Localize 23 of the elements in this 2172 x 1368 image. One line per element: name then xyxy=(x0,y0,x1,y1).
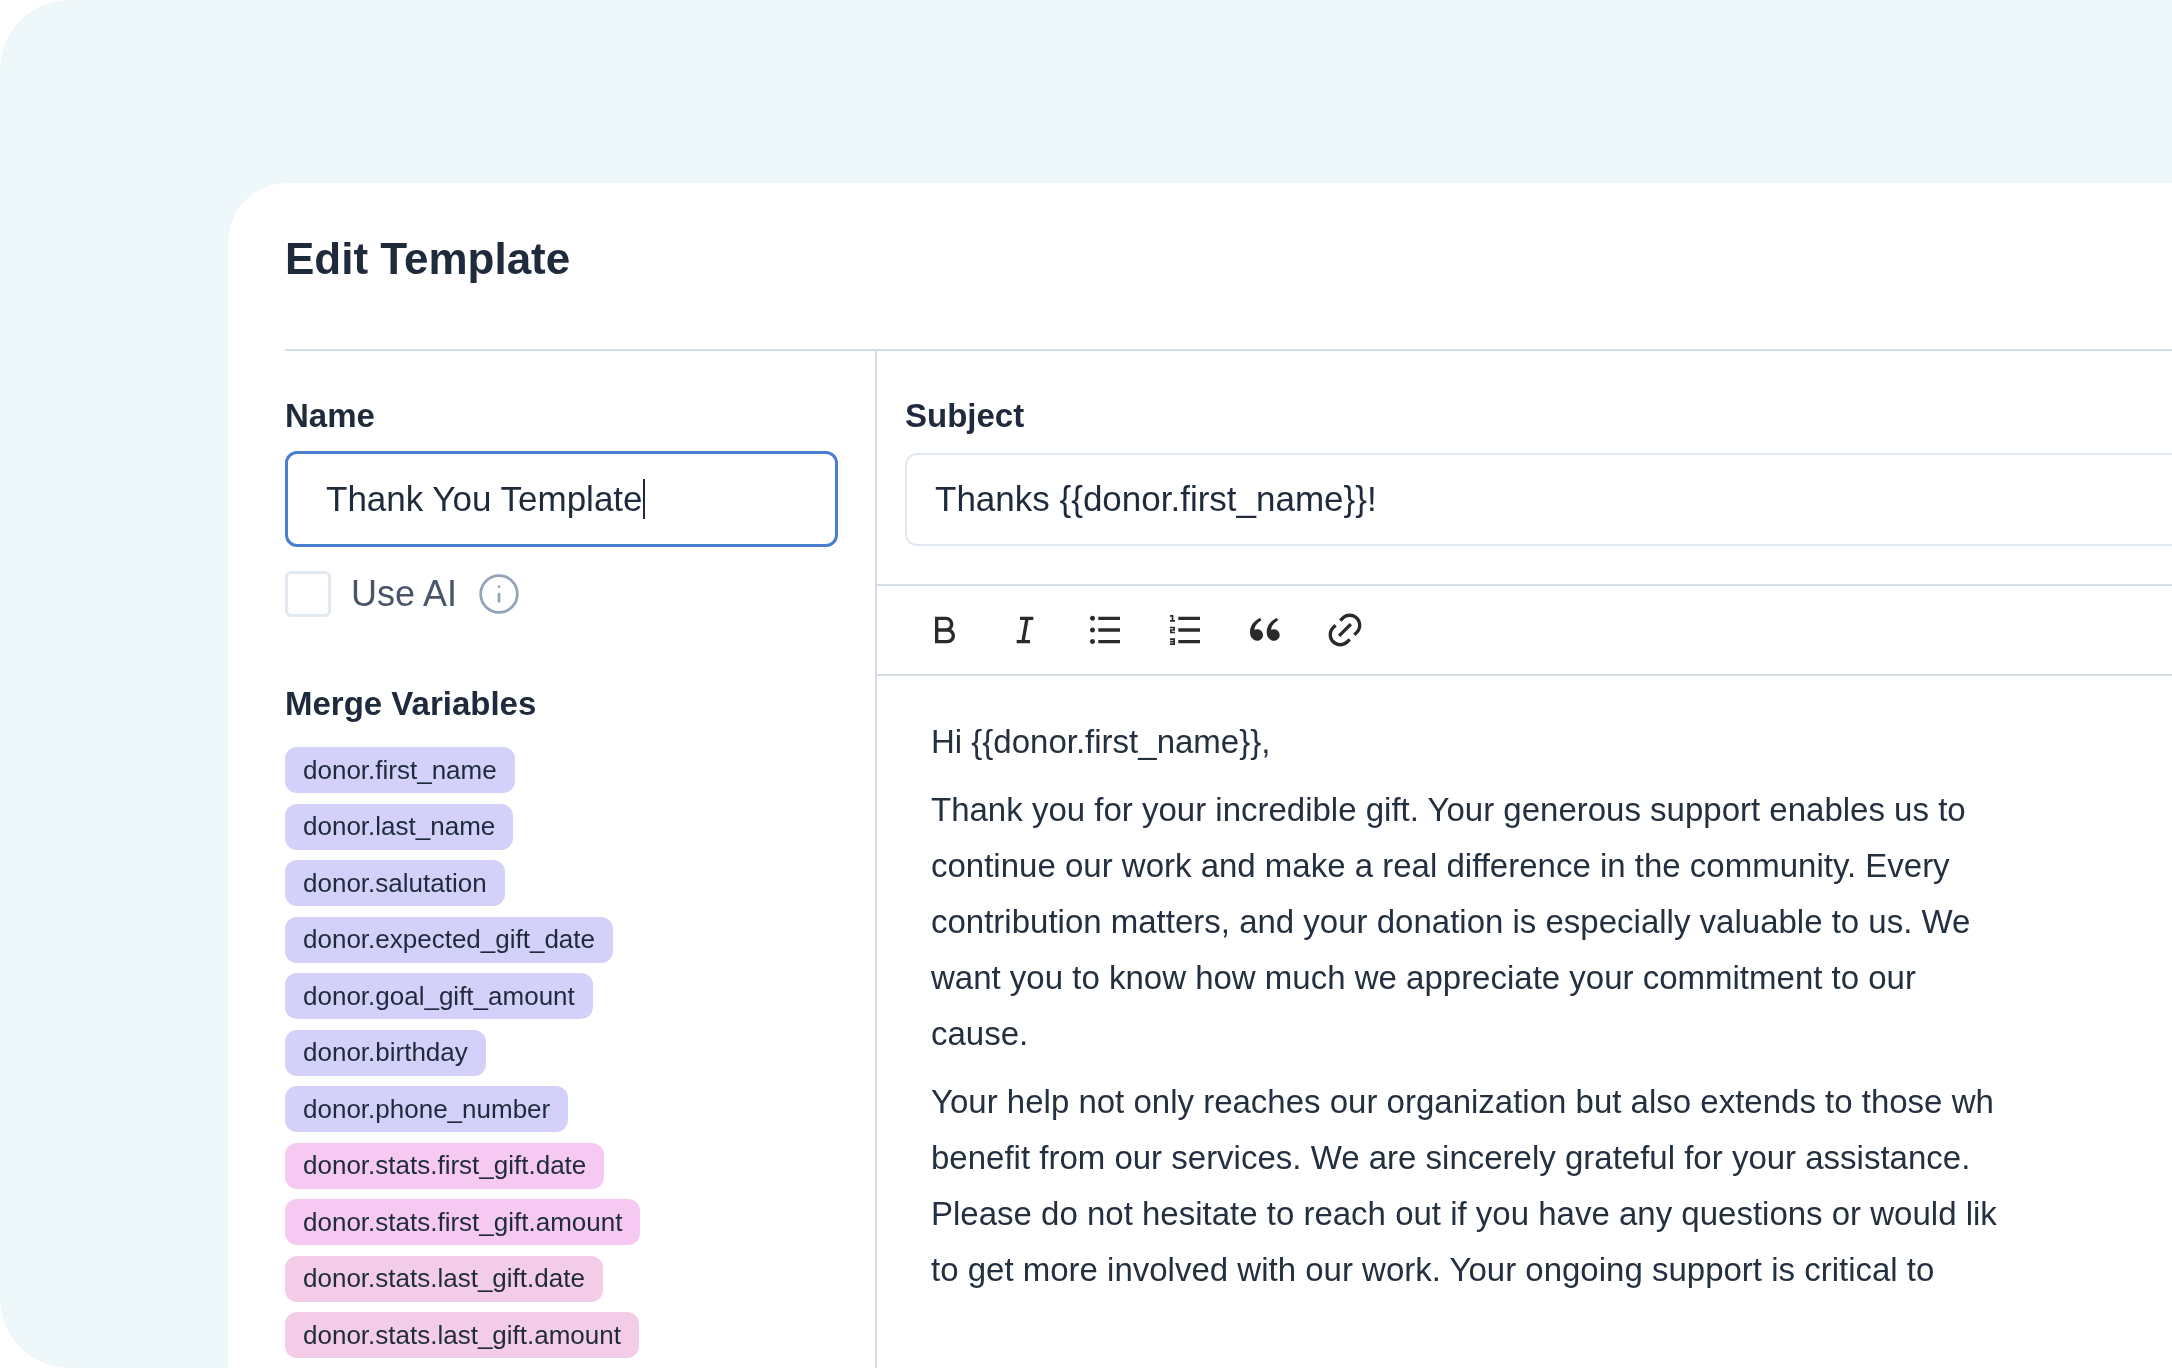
info-icon[interactable] xyxy=(477,572,522,616)
body-paragraph: Hi {{donor.first_name}}, xyxy=(931,722,1271,762)
merge-variable-tag[interactable]: donor.last_name xyxy=(285,803,514,850)
merge-variable-tag[interactable]: donor.stats.first_gift.date xyxy=(285,1142,605,1189)
body-paragraph: Thank you for your incredible gift. Your generous support enables us to continue our work and make a real difference in the community. Every contribution matters, and your donation is especially valuable to us. We want you to know how much we appreciate your commitment to our cause. xyxy=(931,790,1971,1054)
merge-variable-tag[interactable]: donor.expected_gift_date xyxy=(285,916,614,963)
merge-variable-tag[interactable]: donor.phone_number xyxy=(285,1086,569,1132)
merge-variable-tag[interactable]: donor.stats.first_gift.amount xyxy=(285,1199,641,1245)
merge-variable-tag[interactable]: donor.goal_gift_amount xyxy=(285,973,593,1019)
page-title: Edit Template xyxy=(285,233,572,285)
merge-variable-tag[interactable]: donor.birthday xyxy=(285,1029,486,1076)
merge-variable-tag[interactable]: donor.stats.last_gift.amount xyxy=(285,1312,639,1358)
section-title: Merge Variables xyxy=(285,684,537,724)
checkbox-label: Use AI xyxy=(351,572,458,616)
field-label: Name xyxy=(285,396,375,436)
subject-input[interactable]: Thanks {{donor.first_name}}! xyxy=(905,453,2172,546)
use-ai-checkbox[interactable] xyxy=(285,571,331,617)
merge-variable-tag[interactable]: donor.salutation xyxy=(285,860,505,906)
body-paragraph: Your help not only reaches our organization but also extends to those wh benefit from our services. We are sincerely grateful for your assistance. Please do not hesitate to reach out if you have any questions or would lik to get more involved with our work. Your ongoing support is critical to xyxy=(931,1082,1997,1290)
merge-variable-tag[interactable]: donor.stats.last_gift.date xyxy=(285,1255,603,1302)
field-label: Subject xyxy=(905,396,1025,436)
name-input[interactable]: Thank You Template xyxy=(285,451,838,547)
merge-variable-tag[interactable]: donor.first_name xyxy=(285,747,515,793)
